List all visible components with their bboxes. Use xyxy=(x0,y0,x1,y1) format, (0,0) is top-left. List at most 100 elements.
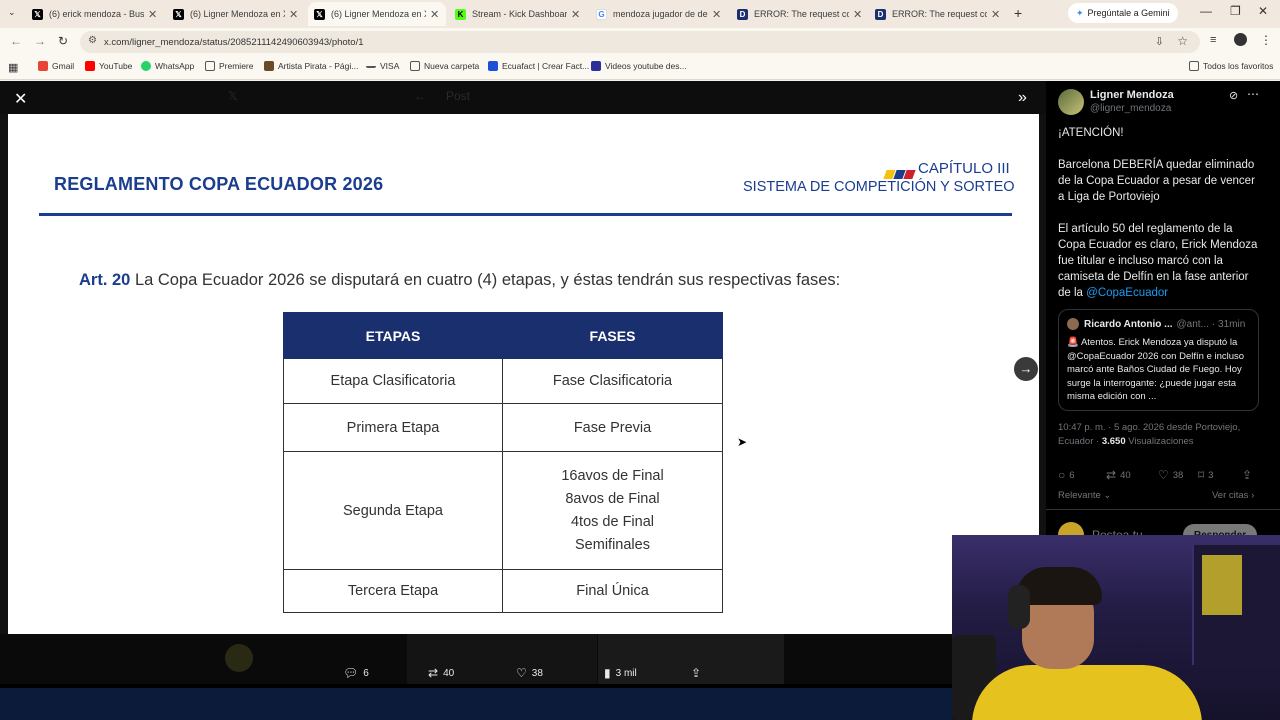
reply-action[interactable]: ○ 6 xyxy=(1058,468,1075,482)
action-row: ○ 6 ⇄ 40 ♡ 38 ⌑ 3 ⇪ xyxy=(1058,468,1263,486)
menu-kebab-icon[interactable]: ⋮ xyxy=(1260,33,1272,47)
tab-1[interactable]: 𝕏 (6) erick mendoza - Buscar ✕ xyxy=(26,2,164,26)
back-arrow-icon[interactable]: ← xyxy=(10,34,22,48)
divider xyxy=(1046,509,1280,510)
bookmark-artista-pirata[interactable]: Artista Pirata - Pági... xyxy=(264,61,358,71)
bookmark-label: Videos youtube des... xyxy=(605,61,687,71)
close-icon[interactable]: ✕ xyxy=(14,89,27,109)
header-fases: FASES xyxy=(502,312,723,359)
close-tab-icon[interactable]: ✕ xyxy=(430,8,439,21)
views-stat[interactable]: ▮ 3 mil xyxy=(604,666,637,680)
bookmark-label: Todos los favoritos xyxy=(1203,61,1274,71)
tab-2[interactable]: 𝕏 (6) Ligner Mendoza en X: ✕ xyxy=(167,2,305,26)
title-divider xyxy=(39,213,1012,216)
tab-7[interactable]: D ERROR: The request could ✕ xyxy=(869,2,1007,26)
bookmark-ecuafact[interactable]: Ecuafact | Crear Fact... xyxy=(488,61,589,71)
minimize-button[interactable]: — xyxy=(1200,4,1212,18)
close-window-button[interactable]: ✕ xyxy=(1258,4,1268,18)
x-icon: 𝕏 xyxy=(173,8,184,20)
share-icon: ⇪ xyxy=(691,666,702,680)
chevron-down-icon: ⌄ xyxy=(1103,490,1112,501)
profile-avatar[interactable] xyxy=(1234,33,1247,46)
tab-search-icon[interactable]: ⌄ xyxy=(8,7,16,18)
ver-citas-link[interactable]: Ver citas › xyxy=(1212,490,1254,501)
more-options-icon[interactable]: ⋯ xyxy=(1247,87,1259,101)
fase-line: 8avos de Final xyxy=(565,490,660,507)
bookmark-whatsapp[interactable]: WhatsApp xyxy=(141,61,194,71)
maximize-button[interactable]: ❐ xyxy=(1230,4,1241,18)
all-bookmarks[interactable]: Todos los favoritos xyxy=(1189,61,1273,71)
article-body: La Copa Ecuador 2026 se disputará en cua… xyxy=(130,271,841,289)
repost-stat[interactable]: ⇄ 40 xyxy=(428,666,454,680)
bookmark-action[interactable]: ⌑ 3 xyxy=(1198,468,1213,482)
close-tab-icon[interactable]: ✕ xyxy=(571,8,580,21)
bookmark-star-icon[interactable]: ☆ xyxy=(1177,34,1188,48)
forward-arrow-icon[interactable]: → xyxy=(34,34,46,48)
reply-count: 6 xyxy=(1069,469,1075,481)
reply-icon: 💬︎ xyxy=(343,666,359,680)
etapa-cell: Etapa Clasificatoria xyxy=(283,358,503,404)
bookmark-label: VISA xyxy=(380,61,400,71)
bookmark-premiere[interactable]: Premiere xyxy=(205,61,253,71)
share-stat[interactable]: ⇪ xyxy=(691,666,706,680)
gmail-icon xyxy=(38,61,48,71)
link-icon xyxy=(366,64,376,68)
table-row: Primera Etapa Fase Previa xyxy=(283,403,723,452)
repost-action[interactable]: ⇄ 40 xyxy=(1106,468,1131,482)
header-etapas: ETAPAS xyxy=(283,312,503,359)
tab-title: mendoza jugador de delfín xyxy=(613,9,708,19)
tab-title: ERROR: The request could xyxy=(892,9,987,19)
expand-icon[interactable]: » xyxy=(1018,89,1027,107)
mention-link[interactable]: @CopaEcuador xyxy=(1086,287,1168,299)
close-tab-icon[interactable]: ✕ xyxy=(712,8,721,21)
reply-stat[interactable]: 💬︎ 6 xyxy=(343,666,369,680)
reply-count: 6 xyxy=(363,667,369,679)
tab-6[interactable]: D ERROR: The request could ✕ xyxy=(731,2,869,26)
back-arrow-icon: ← xyxy=(414,89,426,103)
slide-title: REGLAMENTO COPA ECUADOR 2026 xyxy=(54,174,384,194)
next-arrow-icon[interactable]: → xyxy=(1014,357,1038,381)
reading-list-icon[interactable]: ≡ xyxy=(1210,34,1216,46)
address-bar[interactable]: ⚙ x.com/ligner_mendoza/status/2085211142… xyxy=(80,31,1200,53)
like-action[interactable]: ♡ 38 xyxy=(1158,468,1183,482)
sort-relevante[interactable]: Relevante ⌄ xyxy=(1058,490,1111,501)
bookmark-videos-youtube[interactable]: Videos youtube des... xyxy=(591,61,687,71)
apps-grid-icon[interactable]: ▦ xyxy=(8,61,18,74)
tab-3-active[interactable]: 𝕏 (6) Ligner Mendoza en X: ✕ xyxy=(308,2,446,26)
fase-cell: 16avos de Final 8avos de Final 4tos de F… xyxy=(502,451,723,570)
ver-citas-label: Ver citas xyxy=(1212,490,1249,501)
gemini-button[interactable]: ✦ Pregúntale a Gemini xyxy=(1068,3,1178,23)
close-tab-icon[interactable]: ✕ xyxy=(148,8,157,21)
close-tab-icon[interactable]: ✕ xyxy=(853,8,862,21)
author-name[interactable]: Ligner Mendoza xyxy=(1090,89,1174,101)
tab-5[interactable]: G mendoza jugador de delfín ✕ xyxy=(590,2,728,26)
site-icon xyxy=(264,61,274,71)
author-handle[interactable]: @ligner_mendoza xyxy=(1090,103,1171,114)
site-info-icon[interactable]: ⚙ xyxy=(88,35,97,46)
bottom-strip xyxy=(0,688,1046,720)
bookmark-visa[interactable]: VISA xyxy=(366,61,399,71)
bookmark-gmail[interactable]: Gmail xyxy=(38,61,74,71)
chapter-label: CAPÍTULO III xyxy=(918,160,1010,177)
bookmark-label: Artista Pirata - Pági... xyxy=(278,61,359,71)
table-row: Tercera Etapa Final Única xyxy=(283,569,723,613)
grok-icon[interactable]: ⊘ xyxy=(1229,89,1238,102)
quoted-post[interactable]: Ricardo Antonio ... @ant... · 31min 🚨 At… xyxy=(1058,309,1259,411)
close-tab-icon[interactable]: ✕ xyxy=(991,8,1000,21)
webcam-overlay xyxy=(952,535,1280,720)
x-icon: 𝕏 xyxy=(314,8,325,20)
author-avatar[interactable] xyxy=(1058,89,1084,115)
repost-count: 40 xyxy=(1120,469,1131,481)
tab-4[interactable]: K Stream - Kick Dashboard ✕ xyxy=(449,2,587,26)
like-stat[interactable]: ♡ 38 xyxy=(516,666,543,680)
bookmark-label: Premiere xyxy=(219,61,254,71)
close-tab-icon[interactable]: ✕ xyxy=(289,8,298,21)
bookmark-nueva-carpeta[interactable]: Nueva carpeta xyxy=(410,61,479,71)
install-app-icon[interactable]: ⇩ xyxy=(1155,35,1164,48)
share-action[interactable]: ⇪ xyxy=(1242,468,1256,482)
reload-icon[interactable]: ↻ xyxy=(58,34,68,48)
views-number: 3.650 xyxy=(1101,436,1126,447)
bookmark-youtube[interactable]: YouTube xyxy=(85,61,132,71)
bookmark-label: Nueva carpeta xyxy=(424,61,480,71)
new-tab-button[interactable]: + xyxy=(1014,5,1022,21)
